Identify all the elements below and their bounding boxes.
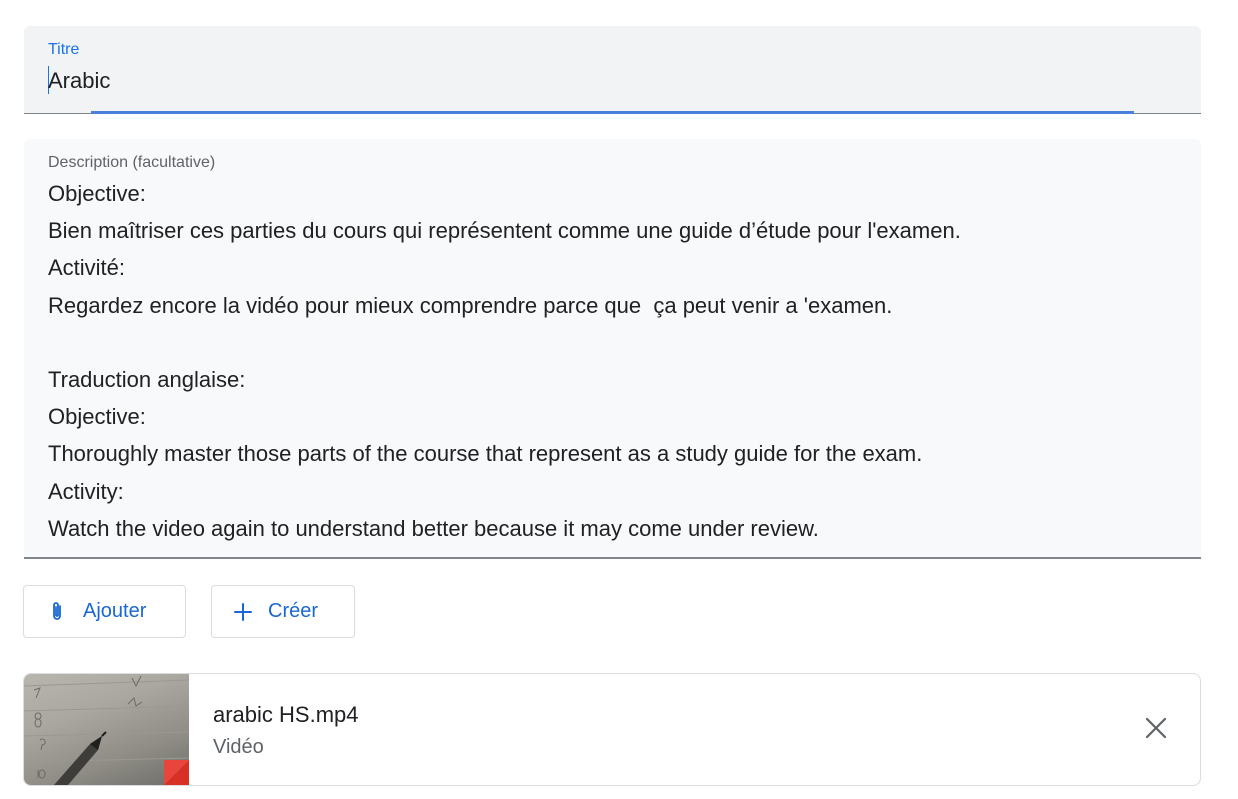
- attachment-name: arabic HS.mp4: [213, 702, 359, 727]
- description-line: Objective:: [48, 181, 146, 206]
- title-input[interactable]: Arabic: [48, 68, 110, 94]
- description-line: Traduction anglaise:: [48, 366, 246, 392]
- description-line: Watch the video again to understand bett…: [48, 515, 819, 541]
- description-line: Regardez encore la vidéo pour mieux comp…: [48, 292, 893, 318]
- description-textarea[interactable]: Objective: Bien maîtriser ces parties du…: [48, 175, 1181, 547]
- title-label: Titre: [48, 41, 80, 58]
- attachment-card[interactable]: arabic HS.mp4 Vidéo: [23, 673, 1201, 786]
- description-line: Activity:: [48, 478, 124, 504]
- description-line: Thoroughly master those parts of the cou…: [48, 441, 923, 467]
- plus-icon: [232, 601, 254, 623]
- description-line: Activité:: [48, 255, 126, 281]
- add-button[interactable]: Ajouter: [23, 585, 186, 638]
- description-line: Objective:: [48, 404, 146, 430]
- title-focus-indicator: [91, 111, 1134, 114]
- description-line: [48, 324, 1181, 361]
- create-button-label: Créer: [268, 600, 319, 622]
- title-field[interactable]: Titre Arabic: [24, 26, 1201, 114]
- video-thumbnail[interactable]: [24, 674, 189, 785]
- remove-attachment-button[interactable]: [1134, 708, 1178, 752]
- paperclip-icon: [46, 601, 68, 623]
- description-label: Description (facultative): [48, 154, 216, 171]
- create-button[interactable]: Créer: [211, 585, 355, 638]
- description-field[interactable]: Description (facultative) Objective: Bie…: [24, 139, 1201, 559]
- close-icon: [1145, 717, 1167, 744]
- description-line: Bien maîtriser ces parties du cours qui …: [48, 218, 961, 244]
- attachment-type: Vidéo: [213, 736, 264, 758]
- add-button-label: Ajouter: [83, 600, 147, 622]
- description-underline: [24, 557, 1201, 559]
